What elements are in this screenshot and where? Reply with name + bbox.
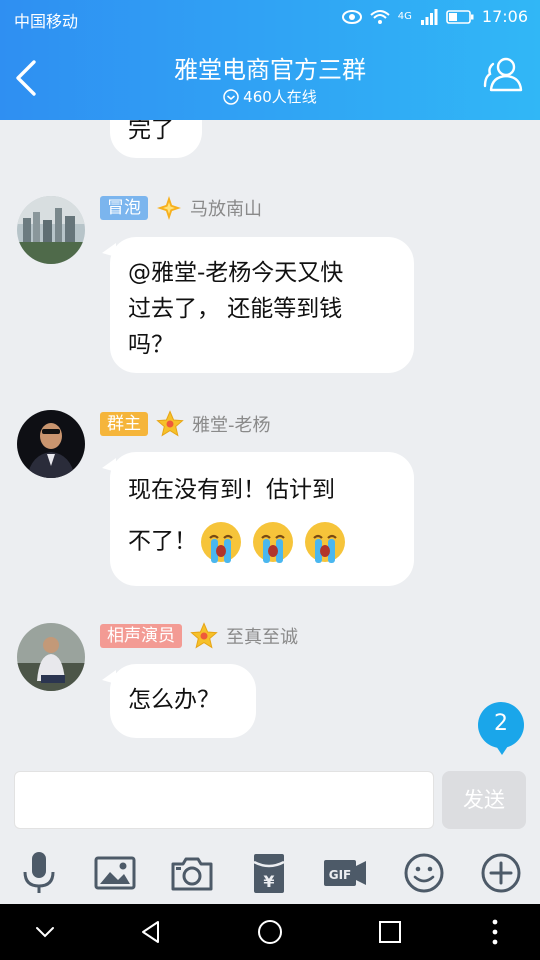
top-bar: 中国移动 4G 17:06 雅堂电商官方三群 460人在线 xyxy=(0,0,540,120)
title-badge: 相声演员 xyxy=(100,624,182,648)
red-packet-icon[interactable]: ¥ xyxy=(246,850,292,896)
chevron-down-icon[interactable] xyxy=(30,917,60,947)
mic-icon[interactable] xyxy=(16,850,62,896)
new-message-badge[interactable]: 2 xyxy=(478,702,524,755)
online-count: 460人在线 xyxy=(0,86,540,107)
input-bar: 发送 xyxy=(0,760,540,844)
nav-recents-icon[interactable] xyxy=(375,917,405,947)
svg-text:¥: ¥ xyxy=(263,872,274,891)
wifi-icon xyxy=(370,9,390,24)
message-bubble[interactable]: 现在没有到！估计到 不了！ xyxy=(102,452,414,586)
star-icon xyxy=(156,410,184,437)
battery-icon xyxy=(446,9,474,24)
signal-icon xyxy=(420,8,438,25)
plus-icon[interactable] xyxy=(478,850,524,896)
owner-badge: 群主 xyxy=(100,412,148,436)
crying-emoji-icon xyxy=(305,522,345,563)
network-type: 4G xyxy=(397,11,412,22)
crying-emoji-icon xyxy=(201,522,241,563)
message-line: @雅堂-老杨今天又快 xyxy=(128,260,344,286)
online-count-text: 460人在线 xyxy=(243,88,317,106)
avatar-man-photo xyxy=(17,410,85,478)
nav-back-icon[interactable] xyxy=(136,917,166,947)
message-line: 不了！ xyxy=(128,528,197,555)
message-line: 过去了， 还能等到钱 xyxy=(128,296,343,322)
avatar[interactable] xyxy=(17,196,85,264)
message-line: 现在没有到！估计到 xyxy=(128,477,335,503)
message-text: 完了 xyxy=(128,120,174,143)
avatar[interactable] xyxy=(17,410,85,478)
nav-home-icon[interactable] xyxy=(255,917,285,947)
sender-meta: 相声演员 至真至诚 xyxy=(100,622,298,650)
sender-name: 雅堂-老杨 xyxy=(192,415,271,436)
message-line-with-emoji: 不了！ xyxy=(128,518,396,566)
avatar-city-photo xyxy=(17,196,85,264)
more-vertical-icon[interactable] xyxy=(480,917,510,947)
check-circle-icon xyxy=(223,89,239,105)
status-bar: 中国移动 4G 17:06 xyxy=(0,0,540,36)
send-button[interactable]: 发送 xyxy=(442,771,526,829)
avatar[interactable] xyxy=(17,623,85,691)
chat-area[interactable]: 完了 冒泡 马放南山 @雅堂-老杨今天又快 过去了， 还能等到钱 吗？ 群主 雅… xyxy=(0,120,540,760)
message-text: 怎么办？ xyxy=(128,687,220,713)
system-nav-bar xyxy=(0,904,540,960)
message-bubble[interactable]: @雅堂-老杨今天又快 过去了， 还能等到钱 吗？ xyxy=(102,237,414,373)
svg-text:GIF: GIF xyxy=(329,868,352,882)
group-title: 雅堂电商官方三群 xyxy=(174,56,366,84)
avatar-person-photo xyxy=(17,623,85,691)
sender-meta: 群主 雅堂-老杨 xyxy=(100,410,271,438)
camera-icon[interactable] xyxy=(169,850,215,896)
sender-name: 马放南山 xyxy=(190,199,262,220)
message-input[interactable] xyxy=(14,771,434,829)
image-icon[interactable] xyxy=(92,850,138,896)
chat-header: 雅堂电商官方三群 460人在线 xyxy=(0,36,540,120)
carrier-label: 中国移动 xyxy=(14,12,79,31)
sender-meta: 冒泡 马放南山 xyxy=(100,195,262,221)
crying-emoji-icon xyxy=(253,522,293,563)
eye-icon xyxy=(341,9,362,24)
member-level-badge: 冒泡 xyxy=(100,196,148,220)
message-line: 吗？ xyxy=(128,332,174,358)
sparkle-icon xyxy=(157,196,181,220)
emoji-icon[interactable] xyxy=(401,850,447,896)
sender-name: 至真至诚 xyxy=(226,627,298,648)
gif-icon[interactable]: GIF xyxy=(322,850,368,896)
message-bubble[interactable]: 完了 xyxy=(110,120,202,158)
status-icons: 4G 17:06 xyxy=(341,7,528,26)
clock: 17:06 xyxy=(481,7,528,26)
star-icon xyxy=(190,622,218,649)
group-members-icon[interactable] xyxy=(482,54,526,98)
message-bubble[interactable]: 怎么办？ xyxy=(102,664,256,738)
chat-toolbar: ¥ GIF xyxy=(0,844,540,904)
